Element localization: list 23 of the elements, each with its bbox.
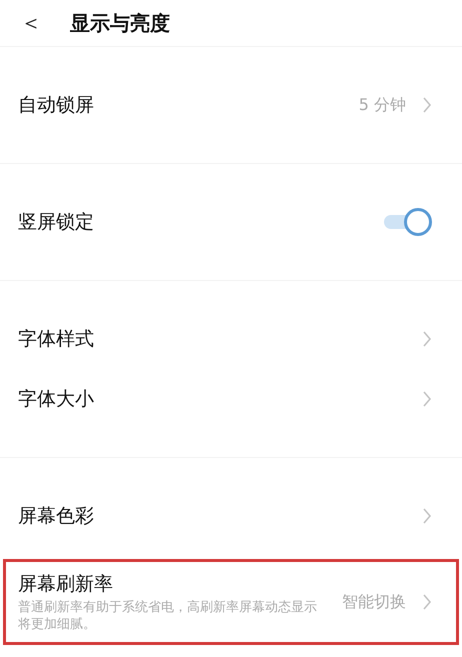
setting-description: 普通刷新率有助于系统省电，高刷新率屏幕动态显示将更加细腻。 <box>18 598 318 634</box>
chevron-icon <box>422 97 432 113</box>
setting-label: 竖屏锁定 <box>18 210 95 235</box>
setting-label: 字体大小 <box>18 386 95 412</box>
setting-value: 智能切换 <box>342 590 406 613</box>
setting-value: 5 分钟 <box>358 94 406 116</box>
setting-row[interactable]: 字体大小 <box>6 369 456 429</box>
setting-label: 自动锁屏 <box>18 92 95 118</box>
toggle-switch[interactable] <box>384 207 432 237</box>
setting-row[interactable]: 竖屏锁定 <box>6 192 456 252</box>
chevron-icon <box>422 508 432 524</box>
chevron-icon <box>422 331 432 347</box>
setting-row[interactable]: 屏幕色彩 <box>6 486 456 546</box>
setting-row[interactable]: 字体样式 <box>6 309 456 369</box>
setting-label: 屏幕色彩 <box>18 504 95 529</box>
page-title: 显示与亮度 <box>70 10 170 37</box>
setting-row[interactable]: 屏幕刷新率 普通刷新率有助于系统省电，高刷新率屏幕动态显示将更加细腻。 智能切换 <box>6 562 456 642</box>
chevron-icon <box>422 594 432 610</box>
chevron-icon <box>422 391 432 407</box>
back-button[interactable]: ＜ <box>14 6 48 40</box>
setting-row[interactable]: 自动锁屏 5 分钟 <box>6 75 456 135</box>
setting-label: 字体样式 <box>18 326 95 352</box>
setting-label: 屏幕刷新率 <box>18 572 114 597</box>
